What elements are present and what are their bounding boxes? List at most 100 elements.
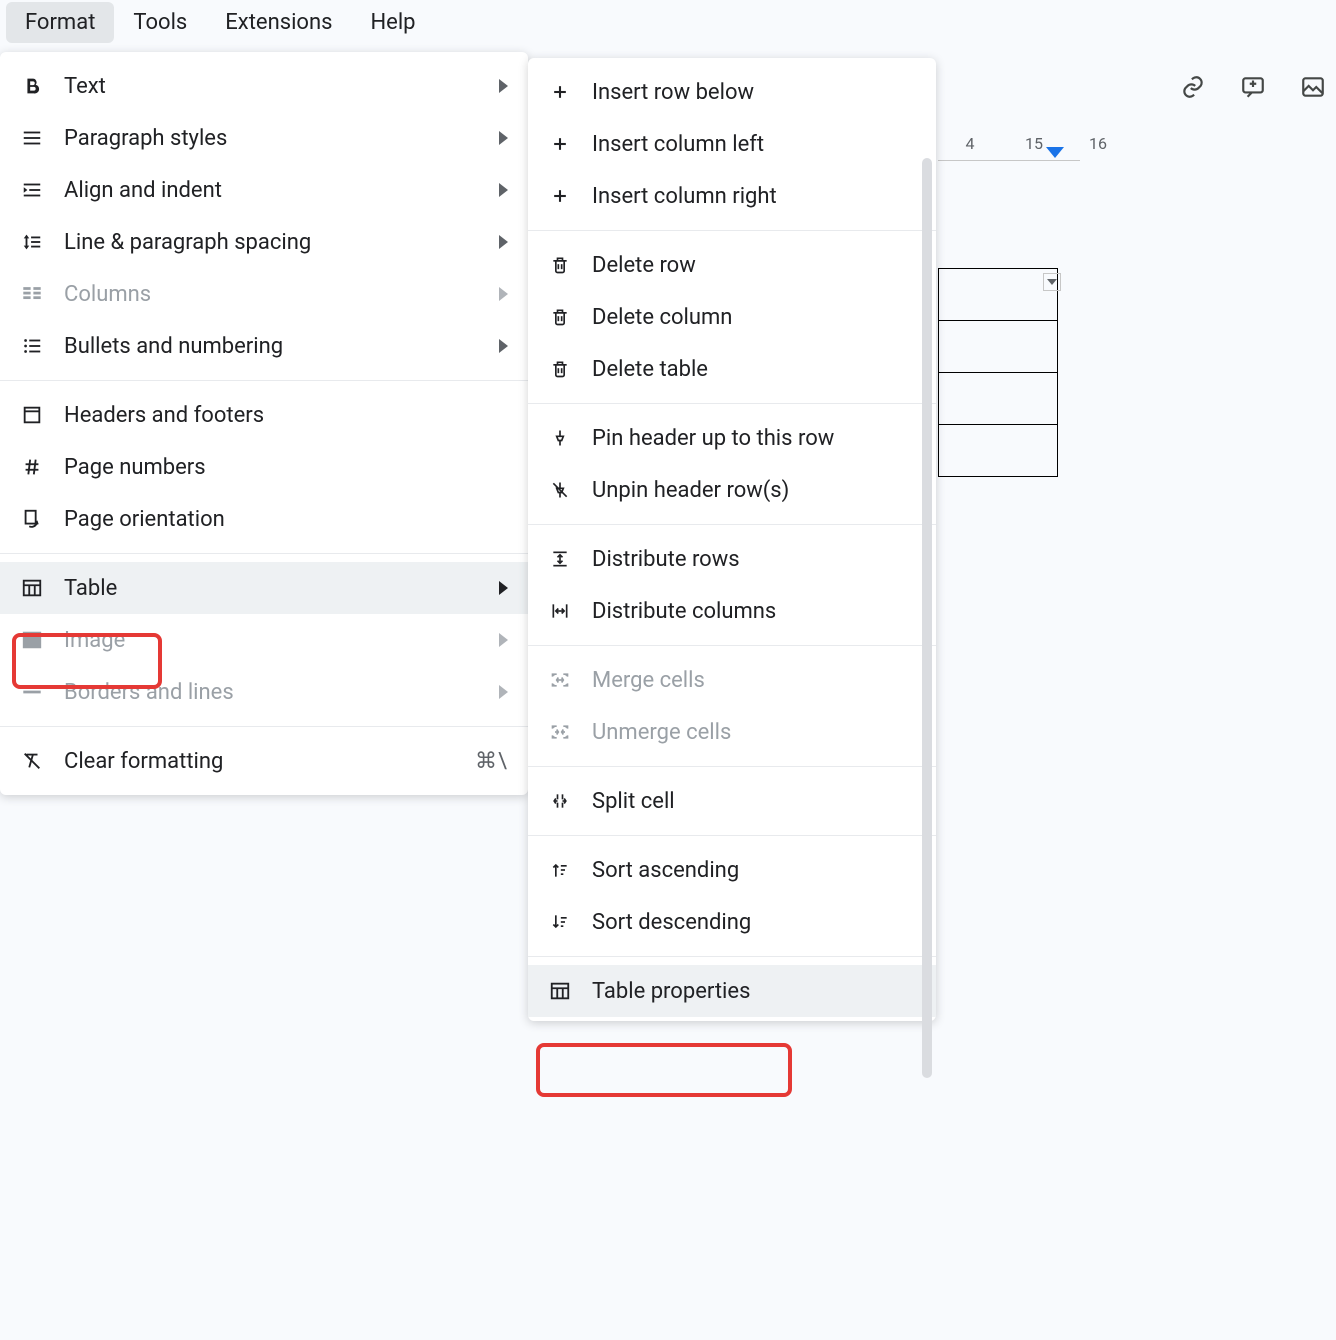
menu-borders-lines: Borders and lines <box>0 666 528 718</box>
menu-item-label: Merge cells <box>592 668 916 693</box>
header-footer-icon <box>20 403 44 427</box>
line-icon <box>20 680 44 704</box>
menu-table-properties[interactable]: Table properties <box>528 965 936 1017</box>
menu-delete-table[interactable]: Delete table <box>528 343 936 395</box>
menu-bullets-numbering[interactable]: Bullets and numbering <box>0 320 528 372</box>
menu-align-indent[interactable]: Align and indent <box>0 164 528 216</box>
menu-item-label: Text <box>64 74 479 99</box>
menu-page-numbers[interactable]: Page numbers <box>0 441 528 493</box>
menu-divider <box>0 553 528 554</box>
menu-split-cell[interactable]: Split cell <box>528 775 936 827</box>
menu-item-label: Insert row below <box>592 80 916 105</box>
table-dropdown-icon[interactable] <box>1043 273 1061 291</box>
link-icon[interactable] <box>1180 74 1206 100</box>
menu-sort-ascending[interactable]: Sort ascending <box>528 844 936 896</box>
chevron-right-icon <box>499 685 508 699</box>
chevron-right-icon <box>499 287 508 301</box>
menu-clear-formatting[interactable]: Clear formatting ⌘\ <box>0 735 528 787</box>
menu-item-label: Line & paragraph spacing <box>64 230 479 255</box>
menu-item-label: Borders and lines <box>64 680 479 705</box>
menu-unpin-header[interactable]: Unpin header row(s) <box>528 464 936 516</box>
menu-item-label: Distribute columns <box>592 599 916 624</box>
ruler: 4 15 16 <box>938 128 1336 158</box>
menu-insert-column-right[interactable]: Insert column right <box>528 170 936 222</box>
menu-item-label: Table properties <box>592 979 916 1004</box>
chevron-right-icon <box>499 183 508 197</box>
format-menu: Text Paragraph styles Align and indent L… <box>0 52 528 795</box>
menu-divider <box>528 524 936 525</box>
orientation-icon <box>20 507 44 531</box>
sort-desc-icon <box>548 910 572 934</box>
split-icon <box>548 789 572 813</box>
menu-item-label: Distribute rows <box>592 547 916 572</box>
sort-asc-icon <box>548 858 572 882</box>
menu-divider <box>528 835 936 836</box>
comment-icon[interactable] <box>1240 74 1266 100</box>
menu-divider <box>528 645 936 646</box>
annotation-highlight <box>536 1043 792 1097</box>
menubar-help[interactable]: Help <box>351 2 434 43</box>
menu-merge-cells: Merge cells <box>528 654 936 706</box>
menu-columns: Columns <box>0 268 528 320</box>
menu-item-label: Delete row <box>592 253 916 278</box>
line-spacing-icon <box>20 230 44 254</box>
menu-page-orientation[interactable]: Page orientation <box>0 493 528 545</box>
unpin-icon <box>548 478 572 502</box>
menu-item-label: Sort descending <box>592 910 916 935</box>
plus-icon <box>548 184 572 208</box>
menu-image: Image <box>0 614 528 666</box>
document-table[interactable] <box>938 268 1058 477</box>
keyboard-shortcut: ⌘\ <box>475 749 508 774</box>
menu-item-label: Image <box>64 628 479 653</box>
menu-item-label: Pin header up to this row <box>592 426 916 451</box>
trash-icon <box>548 305 572 329</box>
menu-item-label: Page numbers <box>64 455 508 480</box>
menu-paragraph-styles[interactable]: Paragraph styles <box>0 112 528 164</box>
scrollbar[interactable] <box>922 158 932 1078</box>
chevron-right-icon <box>499 339 508 353</box>
table-icon <box>20 576 44 600</box>
menu-item-label: Split cell <box>592 789 916 814</box>
menu-pin-header[interactable]: Pin header up to this row <box>528 412 936 464</box>
image-icon <box>20 628 44 652</box>
chevron-right-icon <box>499 235 508 249</box>
menu-distribute-rows[interactable]: Distribute rows <box>528 533 936 585</box>
menubar: Format Tools Extensions Help <box>0 0 1336 44</box>
merge-icon <box>548 668 572 692</box>
menu-divider <box>528 766 936 767</box>
menu-divider <box>528 230 936 231</box>
menu-delete-column[interactable]: Delete column <box>528 291 936 343</box>
menu-item-label: Columns <box>64 282 479 307</box>
trash-icon <box>548 253 572 277</box>
menu-line-spacing[interactable]: Line & paragraph spacing <box>0 216 528 268</box>
menu-table[interactable]: Table <box>0 562 528 614</box>
menu-headers-footers[interactable]: Headers and footers <box>0 389 528 441</box>
image-icon[interactable] <box>1300 74 1326 100</box>
menu-insert-row-below[interactable]: Insert row below <box>528 66 936 118</box>
menu-insert-column-left[interactable]: Insert column left <box>528 118 936 170</box>
menubar-tools[interactable]: Tools <box>114 2 206 43</box>
menu-item-label: Unmerge cells <box>592 720 916 745</box>
hash-icon <box>20 455 44 479</box>
distribute-horizontal-icon <box>548 599 572 623</box>
menu-item-label: Align and indent <box>64 178 479 203</box>
menu-distribute-columns[interactable]: Distribute columns <box>528 585 936 637</box>
menu-item-label: Delete column <box>592 305 916 330</box>
table-icon <box>548 979 572 1003</box>
menubar-format[interactable]: Format <box>6 2 114 43</box>
ruler-tick: 4 <box>938 134 1002 153</box>
pin-icon <box>548 426 572 450</box>
plus-icon <box>548 80 572 104</box>
menu-delete-row[interactable]: Delete row <box>528 239 936 291</box>
table-submenu: Insert row below Insert column left Inse… <box>528 58 936 1021</box>
menu-sort-descending[interactable]: Sort descending <box>528 896 936 948</box>
ruler-marker[interactable] <box>1046 147 1064 158</box>
chevron-right-icon <box>499 581 508 595</box>
menu-item-label: Table <box>64 576 479 601</box>
menu-divider <box>0 726 528 727</box>
menubar-extensions[interactable]: Extensions <box>206 2 351 43</box>
unmerge-icon <box>548 720 572 744</box>
menu-item-label: Sort ascending <box>592 858 916 883</box>
menu-text[interactable]: Text <box>0 60 528 112</box>
menu-item-label: Insert column right <box>592 184 916 209</box>
